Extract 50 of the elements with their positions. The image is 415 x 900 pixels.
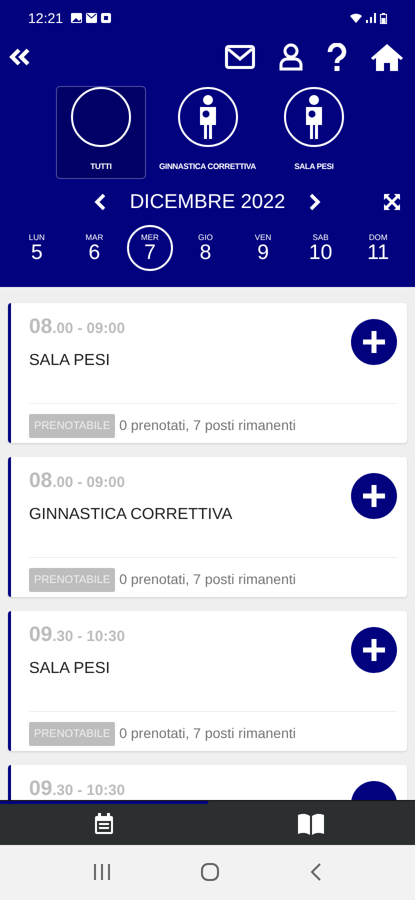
user-button[interactable] (279, 43, 303, 71)
day-button[interactable]: MER 7 (126, 225, 173, 271)
clock: 12:21 (28, 8, 64, 28)
availability-text: 0 prenotati, 7 posti rimanenti (119, 724, 296, 744)
home-button[interactable] (371, 43, 403, 71)
chevron-right-icon (309, 192, 322, 211)
availability-text: 0 prenotati, 7 posti rimanenti (119, 570, 296, 590)
mail-notification-icon (86, 13, 98, 23)
category-filter[interactable]: SALA PESI (269, 86, 359, 179)
time-range: 09.30 - 10:30 (29, 622, 126, 648)
wifi-icon (350, 13, 362, 23)
day-button[interactable]: MAR 6 (69, 225, 120, 271)
recent-apps-icon (92, 864, 111, 880)
day-button[interactable]: SAB 10 (296, 225, 346, 271)
add-button[interactable] (351, 627, 397, 673)
home-icon (371, 43, 403, 71)
user-icon (279, 43, 303, 71)
help-icon (327, 43, 347, 71)
day-button[interactable]: GIO 8 (180, 225, 230, 271)
back-icon (310, 863, 322, 882)
plus-icon (363, 485, 385, 507)
mail-button[interactable] (225, 45, 255, 69)
day-button[interactable]: VEN 9 (238, 225, 288, 271)
calendar-icon (94, 813, 114, 836)
category-filter[interactable]: GINNASTICA CORRETTIVA (150, 86, 265, 179)
category-filter[interactable]: TUTTI (56, 86, 146, 179)
battery-icon (380, 12, 387, 24)
session-title: SALA PESI (29, 658, 111, 678)
time-range: 08.00 - 09:00 (29, 314, 126, 340)
gallery-icon (71, 13, 82, 23)
session-title: SALA PESI (29, 350, 111, 370)
mail-icon (225, 45, 255, 69)
signal-icon (366, 13, 376, 23)
availability-text: 0 prenotati, 7 posti rimanenti (119, 416, 296, 436)
day-button[interactable]: DOM 11 (353, 225, 404, 271)
expand-icon (383, 192, 401, 211)
day-button[interactable]: LUN 5 (12, 225, 62, 271)
session-title: GINNASTICA CORRETTIVA (29, 504, 234, 524)
app-notification-icon (101, 13, 112, 23)
chevron-left-icon (94, 192, 106, 211)
double-chevron-icon (8, 48, 32, 66)
time-range: 09.30 - 10:30 (29, 776, 126, 800)
plus-icon (363, 639, 385, 661)
time-range: 08.00 - 09:00 (29, 468, 126, 494)
add-button[interactable] (351, 319, 397, 365)
plus-icon (363, 331, 385, 353)
add-button[interactable] (351, 473, 397, 519)
book-icon (297, 813, 326, 836)
help-button[interactable] (327, 43, 347, 71)
month-title: DICEMBRE 2022 (130, 190, 286, 215)
